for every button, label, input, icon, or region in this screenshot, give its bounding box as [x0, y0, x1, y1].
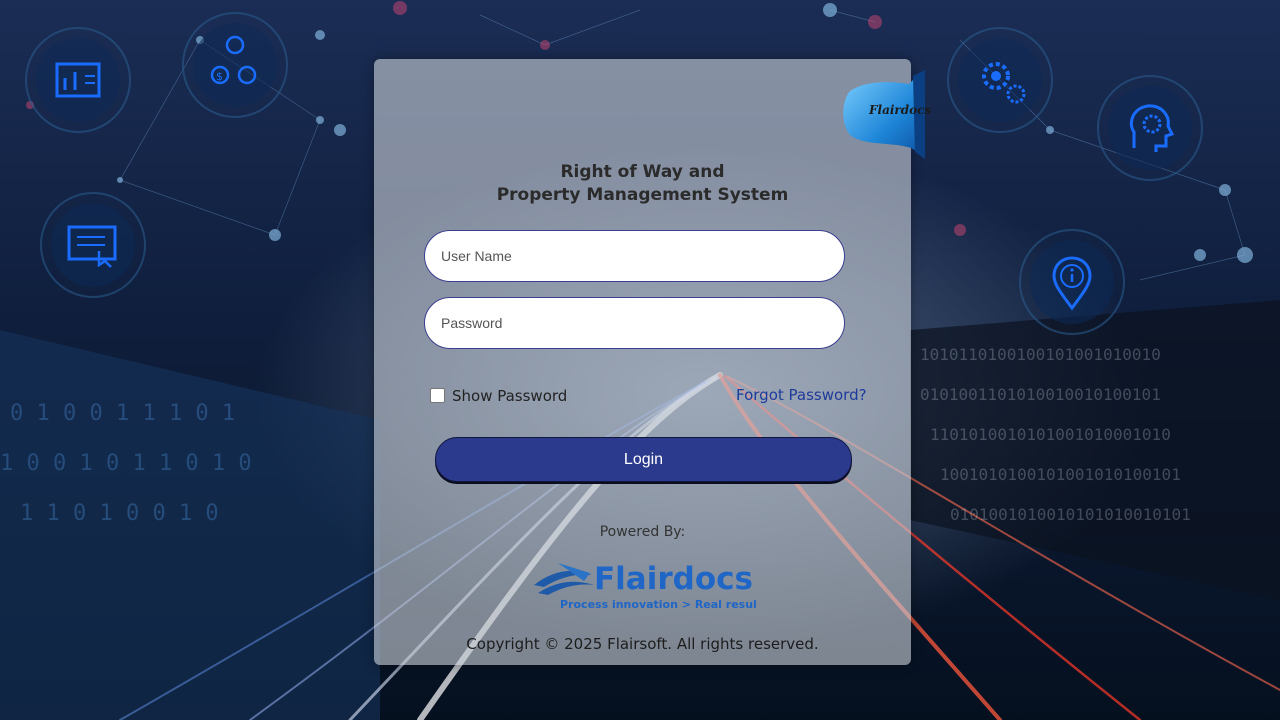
svg-text:0101001010010101010010101: 0101001010010101010010101: [950, 505, 1191, 524]
checklist-touch-icon: [40, 192, 146, 298]
password-field-container: [424, 297, 845, 349]
gears-icon: [947, 27, 1053, 133]
svg-text:1101010010101001010001010: 1101010010101001010001010: [930, 425, 1171, 444]
svg-text:1001010100101001010100101: 1001010100101001010100101: [940, 465, 1181, 484]
info-location-icon: [1019, 229, 1125, 335]
show-password-control: Show Password: [430, 387, 567, 405]
svg-text:0101001101010010010100101: 0101001101010010010100101: [920, 385, 1161, 404]
title-line-1: Right of Way and: [560, 162, 725, 182]
username-input[interactable]: [439, 231, 823, 281]
finance-people-icon: $: [182, 12, 288, 118]
title-line-2: Property Management System: [496, 185, 789, 205]
svg-text:1 1 0 1 0 0 1 0: 1 1 0 1 0 0 1 0: [20, 501, 219, 526]
login-button[interactable]: Login: [435, 437, 852, 482]
page-title: Right of Way and Property Management Sys…: [374, 161, 911, 207]
copyright-text: Copyright © 2025 Flairsoft. All rights r…: [466, 635, 819, 653]
powered-by-label: Powered By:: [599, 524, 686, 540]
svg-text:0 1 0 0 1 1 1 0 1: 0 1 0 0 1 1 1 0 1: [10, 401, 235, 426]
dashboard-icon: [25, 27, 131, 133]
login-panel: Flairdocs Right of Way and Property Mana…: [374, 59, 931, 665]
brand-tagline-text: Process innovation > Real results.: [560, 598, 757, 611]
flairdocs-brand-logo: Flairdocs Process innovation > Real resu…: [534, 561, 757, 611]
svg-text:$: $: [216, 70, 223, 83]
flairdocs-ribbon-logo: Flairdocs: [843, 70, 931, 159]
ai-brain-gear-icon: [1097, 75, 1203, 181]
password-input[interactable]: [439, 298, 823, 348]
svg-text:1010110100100101001010010: 1010110100100101001010010: [920, 345, 1161, 364]
forgot-password-link[interactable]: Forgot Password?: [736, 386, 867, 404]
show-password-label[interactable]: Show Password: [452, 387, 567, 405]
brand-name-text: Flairdocs: [594, 561, 753, 597]
username-field-container: [424, 230, 845, 282]
show-password-checkbox[interactable]: [430, 387, 445, 403]
svg-text:1 0 0 1 0 1 1 0 1 0: 1 0 0 1 0 1 1 0 1 0: [0, 451, 252, 476]
ribbon-brand-text: Flairdocs: [868, 103, 931, 117]
